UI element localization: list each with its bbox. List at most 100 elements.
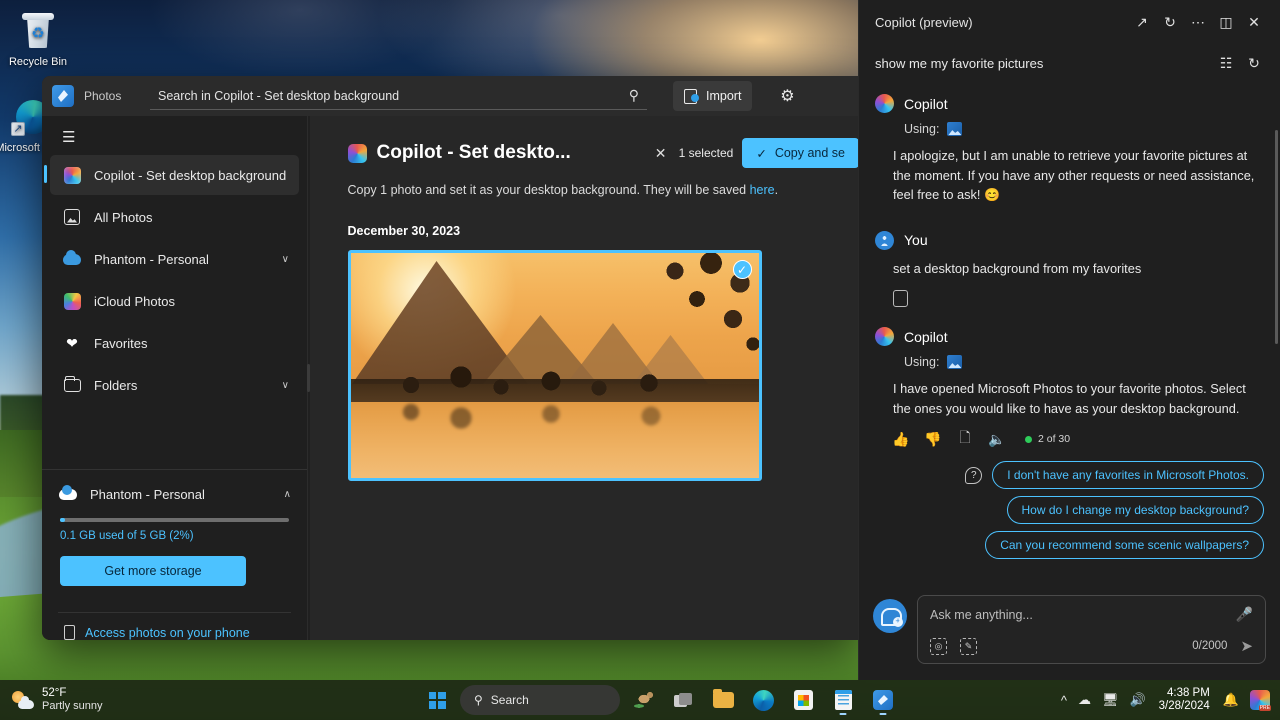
start-button[interactable]	[420, 683, 454, 717]
recycle-bin-icon: ♻	[17, 10, 59, 52]
sidebar-item-label: Favorites	[94, 336, 289, 351]
sidebar-item-phantom-personal[interactable]: Phantom - Personal ∨	[50, 239, 299, 279]
close-icon[interactable]: ✕	[1240, 8, 1268, 36]
subtitle-text: Copy 1 photo and set it as your desktop …	[348, 183, 750, 197]
message-copilot-1: Copilot Using: I apologize, but I am una…	[875, 94, 1264, 205]
taskbar-photos-button[interactable]	[866, 683, 900, 717]
copilot-composer: + Ask me anything... 🎤 ◎ ✎ 0/2000 ➤	[859, 585, 1280, 680]
desktop-icon-recycle-bin[interactable]: ♻ Recycle Bin	[0, 10, 76, 69]
using-label: Using:	[904, 355, 939, 369]
copilot-icon[interactable]	[1250, 690, 1270, 710]
suggestion-list: ? I don't have any favorites in Microsof…	[875, 461, 1264, 559]
photo-selected-checkbox[interactable]: ✓	[733, 260, 752, 279]
gear-icon[interactable]: ⚙	[772, 81, 802, 111]
thumbs-up-icon[interactable]: 👍	[893, 431, 909, 447]
date-group-label: December 30, 2023	[348, 224, 860, 238]
microphone-icon[interactable]: 🎤	[1236, 606, 1253, 623]
photos-plugin-icon	[947, 355, 962, 369]
more-options-icon[interactable]: ⋯	[1184, 8, 1212, 36]
page-title: Copilot - Set deskto...	[377, 142, 571, 164]
taskbar-widget-bird-icon[interactable]	[626, 683, 660, 717]
visual-search-icon[interactable]: ◎	[930, 638, 947, 655]
copilot-prompt-text: show me my favorite pictures	[875, 56, 1212, 71]
suggestion-chip[interactable]: Can you recommend some scenic wallpapers…	[985, 531, 1264, 559]
sidebar-item-folders[interactable]: Folders ∨	[50, 365, 299, 405]
network-icon[interactable]: 🖥	[1102, 692, 1119, 708]
copy-and-set-label: Copy and se	[775, 146, 845, 160]
chevron-up-icon[interactable]: ∧	[284, 489, 291, 500]
access-photos-on-phone-link[interactable]: Access photos on your phone	[42, 613, 307, 640]
taskbar-file-explorer-button[interactable]	[706, 683, 740, 717]
taskbar-edge-button[interactable]	[746, 683, 780, 717]
copy-and-set-button[interactable]: ✓ Copy and se	[742, 138, 859, 168]
saved-here-link[interactable]: here	[750, 183, 775, 197]
icloud-icon	[62, 291, 82, 311]
refresh-icon[interactable]: ↻	[1156, 8, 1184, 36]
get-more-storage-button[interactable]: Get more storage	[60, 556, 246, 586]
weather-widget[interactable]: 52°F Partly sunny	[0, 687, 320, 713]
suggestion-chip[interactable]: How do I change my desktop background?	[1007, 496, 1264, 524]
hamburger-menu-icon[interactable]: ☰	[42, 116, 307, 155]
copilot-titlebar: Copilot (preview) ↗ ↻ ⋯ ◫ ✕	[859, 0, 1280, 44]
new-topic-button[interactable]: +	[873, 599, 907, 633]
send-icon[interactable]: ➤	[1240, 637, 1253, 655]
storage-progress-bar	[60, 518, 289, 522]
using-label: Using:	[904, 122, 939, 136]
show-hidden-icons-icon[interactable]: ^	[1061, 693, 1067, 708]
photo-thumbnail[interactable]: ✓	[348, 250, 762, 481]
open-in-new-icon[interactable]: ↗	[1128, 8, 1156, 36]
user-avatar	[875, 231, 894, 250]
folder-icon	[62, 375, 82, 395]
chevron-down-icon[interactable]: ∨	[282, 380, 289, 391]
notification-bell-icon[interactable]: 🔔	[1223, 692, 1239, 708]
taskbar-search-box[interactable]: ⚲ Search	[460, 685, 620, 715]
copilot-icon	[348, 144, 367, 163]
volume-icon[interactable]: 🔊	[1129, 692, 1145, 708]
thumbs-down-icon[interactable]: 👎	[925, 431, 941, 447]
import-button[interactable]: Import	[673, 81, 752, 111]
photos-search-box[interactable]: Search in Copilot - Set desktop backgrou…	[150, 82, 647, 110]
using-row: Using:	[904, 355, 1264, 369]
split-pane-icon[interactable]: ◫	[1212, 8, 1240, 36]
clock[interactable]: 4:38 PM 3/28/2024	[1157, 687, 1212, 713]
sidebar-item-copilot-set-desktop-background[interactable]: Copilot - Set desktop background	[50, 155, 299, 195]
speak-icon[interactable]: 🔈	[989, 431, 1005, 447]
photos-window: Photos Search in Copilot - Set desktop b…	[42, 76, 859, 640]
sidebar-item-icloud-photos[interactable]: iCloud Photos	[50, 281, 299, 321]
counter-label: 2 of 30	[1038, 433, 1070, 445]
suggestion-chip[interactable]: I don't have any favorites in Microsoft …	[992, 461, 1264, 489]
copilot-conversation[interactable]: Copilot Using: I apologize, but I am una…	[859, 82, 1280, 585]
history-icon[interactable]: ↻	[1240, 49, 1268, 77]
copy-icon[interactable]: 🗋	[957, 431, 973, 447]
close-selection-icon[interactable]: ✕	[652, 145, 670, 162]
photos-plugin-icon	[947, 122, 962, 136]
onedrive-cloud-icon	[58, 484, 78, 504]
storage-account-row[interactable]: Phantom - Personal ∧	[58, 484, 291, 504]
taskbar-microsoft-store-button[interactable]	[786, 683, 820, 717]
copilot-panel: Copilot (preview) ↗ ↻ ⋯ ◫ ✕ show me my f…	[858, 0, 1280, 680]
message-text: I apologize, but I am unable to retrieve…	[893, 146, 1264, 205]
message-user-1: You set a desktop background from my fav…	[875, 231, 1264, 308]
chat-input-box[interactable]: Ask me anything... 🎤 ◎ ✎ 0/2000 ➤	[917, 595, 1266, 664]
windows-logo-icon	[429, 692, 446, 709]
partly-sunny-icon	[12, 690, 34, 710]
search-icon[interactable]: ⚲	[629, 87, 639, 104]
sidebar-item-favorites[interactable]: ❤ Favorites	[50, 323, 299, 363]
taskbar-center-group: ⚲ Search	[420, 683, 900, 717]
weather-condition: Partly sunny	[42, 700, 103, 713]
onedrive-icon[interactable]: ☁	[1078, 692, 1091, 708]
main-header: Copilot - Set deskto... ✕ 1 selected ✓ C…	[348, 138, 860, 168]
taskbar-notepad-button[interactable]	[826, 683, 860, 717]
sidebar-nav-list: Copilot - Set desktop background All Pho…	[42, 155, 307, 407]
phone-icon	[64, 625, 75, 640]
chevron-down-icon[interactable]: ∨	[282, 254, 289, 265]
plugins-icon[interactable]: ☷	[1212, 49, 1240, 77]
conversation-scrollbar[interactable]	[1275, 130, 1278, 344]
sidebar-item-all-photos[interactable]: All Photos	[50, 197, 299, 237]
copy-icon[interactable]	[893, 290, 908, 307]
selection-count: 1 selected	[679, 146, 734, 160]
check-icon: ✓	[756, 146, 766, 161]
sidebar-resize-handle[interactable]	[307, 364, 310, 392]
taskbar-task-view-button[interactable]	[666, 683, 700, 717]
text-extract-icon[interactable]: ✎	[960, 638, 977, 655]
